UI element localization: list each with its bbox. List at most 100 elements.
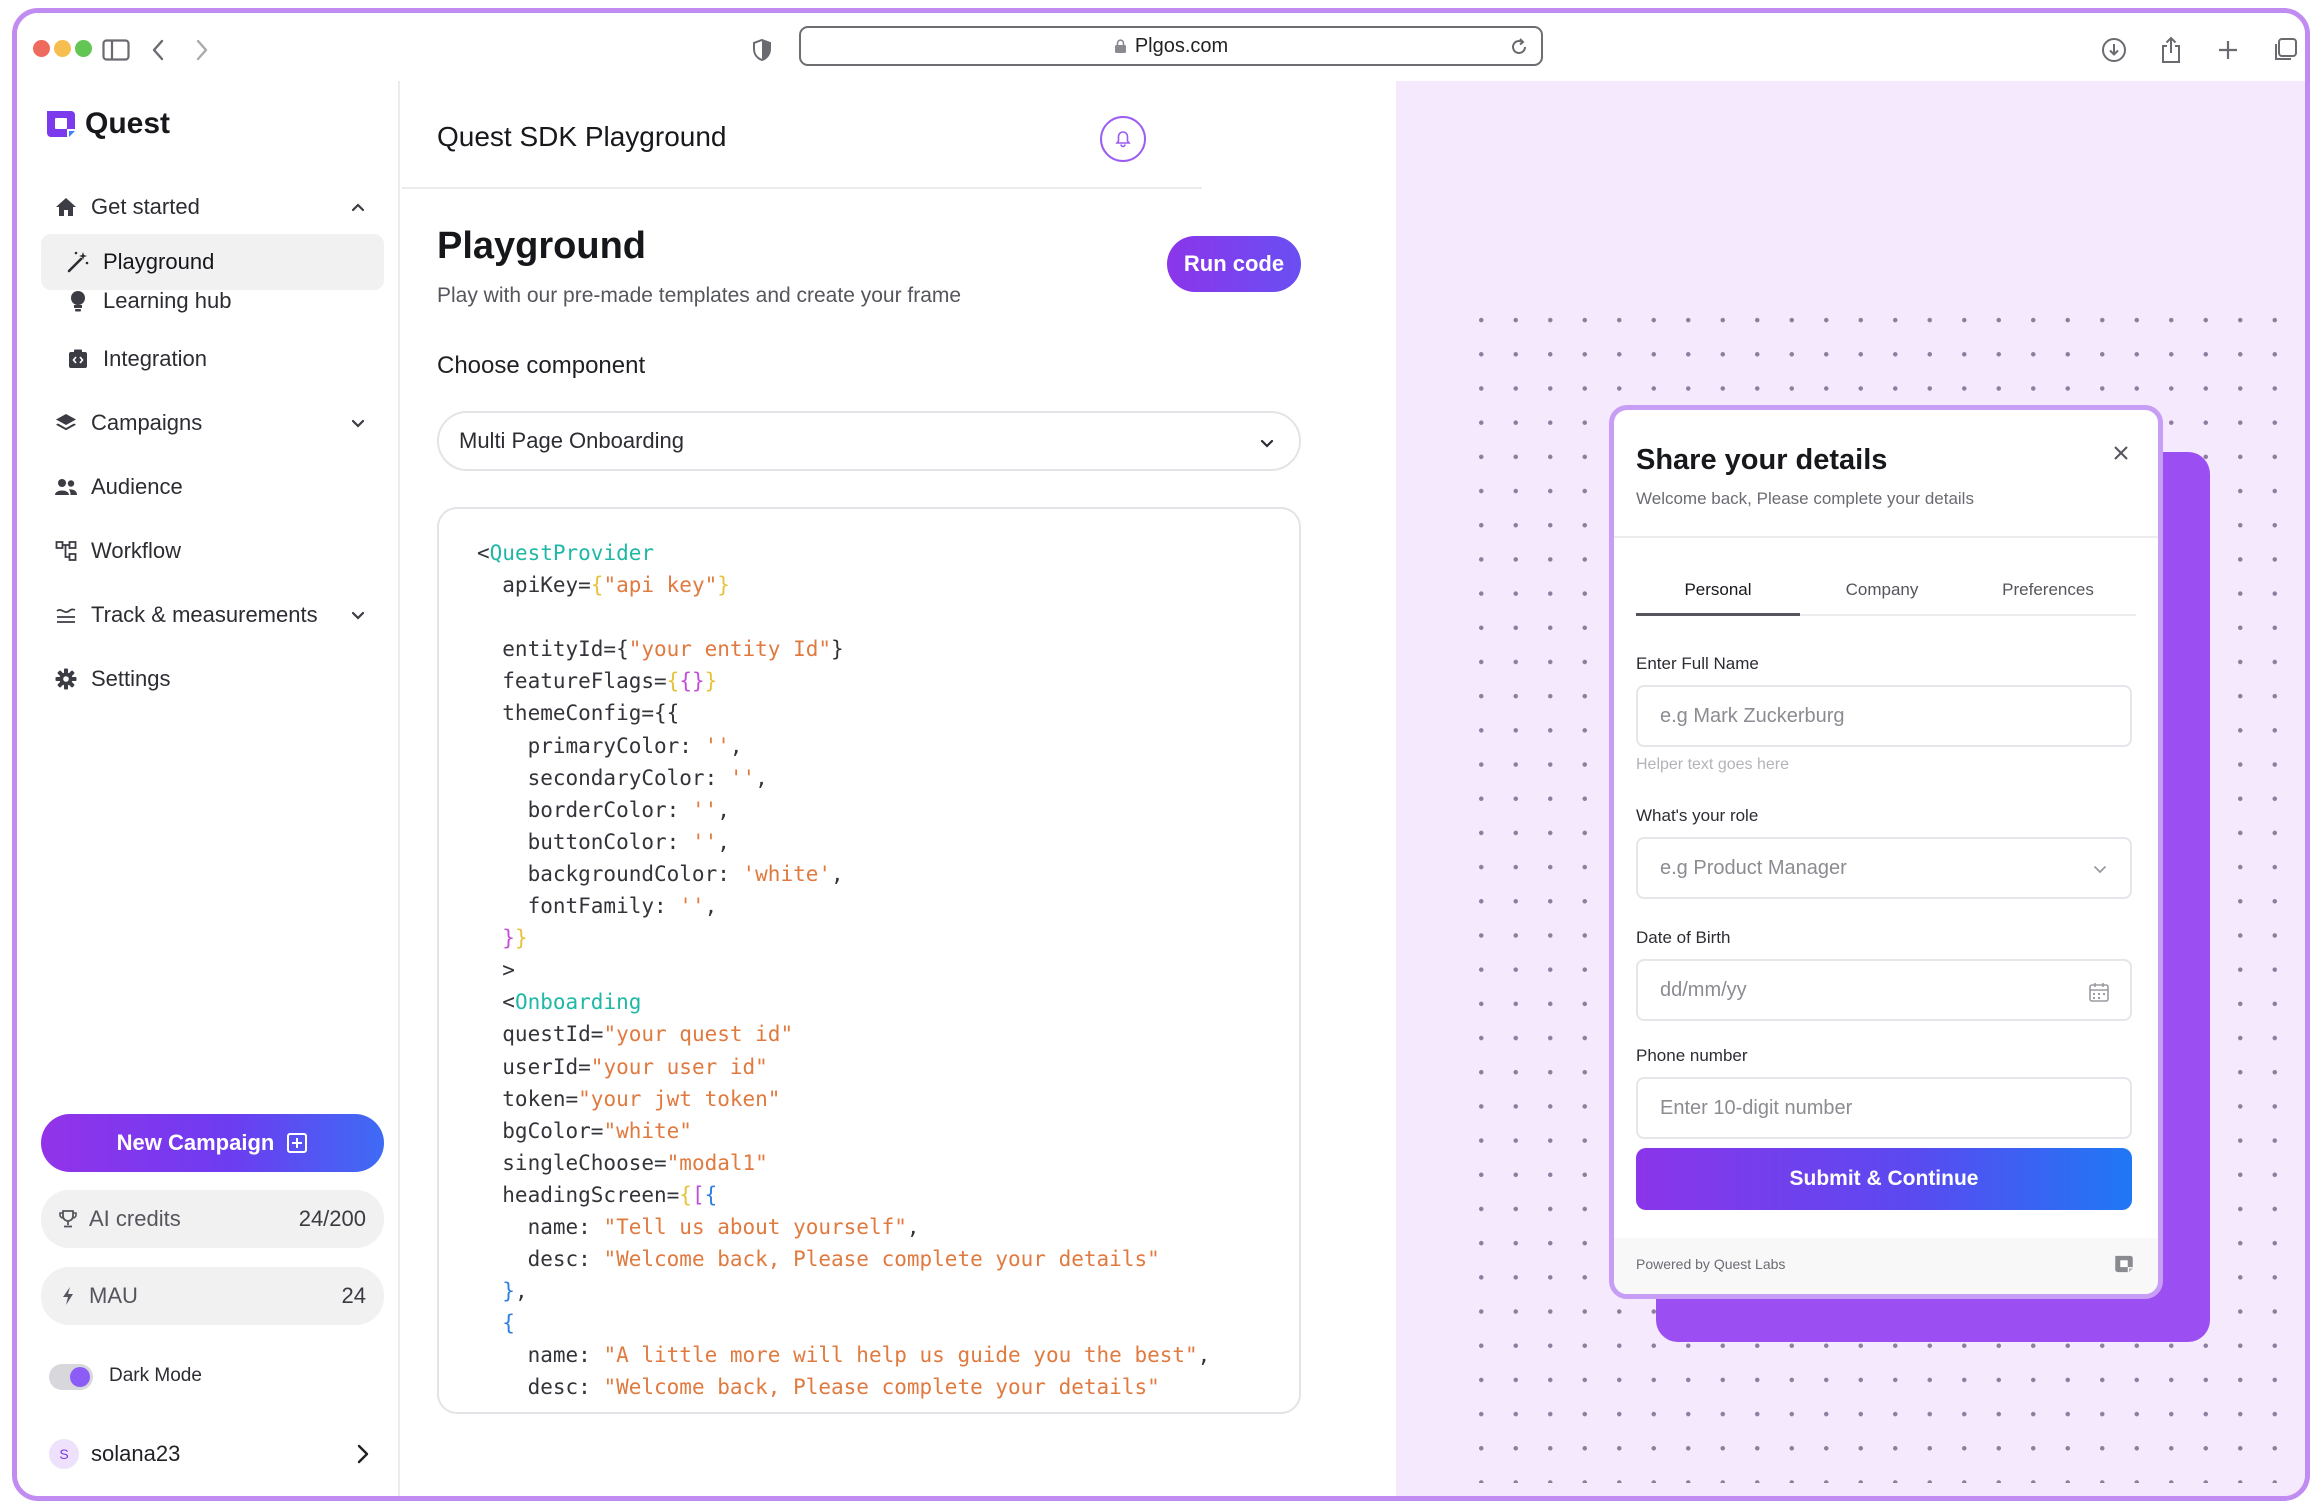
full-name-label: Enter Full Name [1636, 654, 1759, 673]
component-select-value: Multi Page Onboarding [459, 428, 685, 453]
user-name: solana23 [91, 1441, 181, 1466]
mau-value: 24 [341, 1283, 366, 1308]
new-campaign-label: New Campaign [116, 1130, 275, 1155]
workflow-icon [53, 538, 79, 564]
nav-label: Campaigns [91, 410, 203, 435]
address-bar[interactable]: Plgos.com [799, 26, 1543, 66]
url-text: Plgos.com [1134, 34, 1229, 57]
layers-icon [53, 410, 79, 436]
nav-track-measurements[interactable]: Track & measurements [41, 587, 384, 643]
run-code-button[interactable]: Run code [1167, 236, 1301, 292]
tab-personal[interactable]: Personal [1636, 580, 1800, 600]
chevron-down-icon [1260, 439, 1274, 448]
header-divider [402, 187, 1202, 189]
card-subtitle: Welcome back, Please complete your detai… [1636, 489, 1974, 508]
nav-get-started[interactable]: Get started [41, 179, 384, 235]
mau-pill: MAU 24 [41, 1267, 384, 1325]
chevron-down-icon [351, 611, 365, 620]
chevron-down-icon [2094, 866, 2106, 874]
powered-by-text: Powered by Quest Labs [1636, 1256, 1786, 1272]
card-divider [1614, 536, 2158, 538]
minimize-window-button[interactable] [54, 40, 71, 57]
user-profile[interactable]: S solana23 [37, 1429, 384, 1479]
chevron-up-icon [351, 203, 365, 212]
bell-icon [1115, 131, 1131, 148]
privacy-shield-icon[interactable] [747, 35, 777, 65]
choose-component-label: Choose component [437, 352, 646, 379]
download-icon[interactable] [2099, 35, 2129, 65]
app-window: Plgos.com Quest Get started Playground L… [12, 8, 2310, 1501]
code-editor[interactable]: <QuestProvider apiKey={"api key"} entity… [437, 507, 1301, 1414]
sidebar: Quest Get started Playground Learning hu… [17, 81, 400, 1496]
nav-label: Learning hub [103, 288, 232, 313]
playground-panel: Quest SDK Playground Playground Play wit… [402, 81, 1394, 1496]
dob-placeholder: dd/mm/yy [1660, 978, 1747, 1001]
card-title: Share your details [1636, 444, 1888, 476]
code-box-icon [65, 346, 91, 372]
lock-icon [1114, 38, 1126, 53]
nav-settings[interactable]: Settings [41, 651, 384, 707]
dob-input[interactable]: dd/mm/yy [1636, 959, 2132, 1021]
component-select[interactable]: Multi Page Onboarding [437, 411, 1301, 471]
new-campaign-button[interactable]: New Campaign [41, 1114, 384, 1172]
chevron-down-icon [351, 419, 365, 428]
back-icon[interactable] [143, 35, 173, 65]
submit-continue-button[interactable]: Submit & Continue [1636, 1148, 2132, 1210]
close-icon[interactable] [2108, 440, 2134, 466]
nav-integration[interactable]: Integration [41, 331, 384, 387]
nav-learning-hub[interactable]: Learning hub [41, 273, 384, 329]
phone-placeholder: Enter 10-digit number [1660, 1096, 1853, 1119]
nav-label: Get started [91, 194, 200, 219]
home-icon [53, 194, 79, 220]
new-tab-icon[interactable] [2213, 35, 2243, 65]
tab-company[interactable]: Company [1800, 580, 1964, 600]
maximize-window-button[interactable] [75, 40, 92, 57]
lightbulb-icon [65, 288, 91, 314]
role-select[interactable]: e.g Product Manager [1636, 837, 2132, 899]
quest-logo-icon [47, 111, 75, 137]
nav-label: Audience [91, 474, 183, 499]
dark-mode-toggle[interactable] [49, 1364, 93, 1390]
share-icon[interactable] [2156, 35, 2186, 65]
tab-preferences[interactable]: Preferences [1966, 580, 2130, 600]
dark-mode-label: Dark Mode [109, 1365, 202, 1386]
forward-icon[interactable] [187, 35, 217, 65]
card-footer: Powered by Quest Labs [1614, 1238, 2158, 1294]
magic-wand-icon [65, 249, 91, 275]
nav-audience[interactable]: Audience [41, 459, 384, 515]
full-name-placeholder: e.g Mark Zuckerburg [1660, 704, 1845, 727]
avatar: S [49, 1439, 79, 1469]
users-icon [53, 474, 79, 500]
add-square-icon [287, 1133, 308, 1153]
ai-credits-pill: AI credits 24/200 [41, 1190, 384, 1248]
helper-text: Helper text goes here [1636, 756, 1789, 773]
onboarding-card: Share your details Welcome back, Please … [1609, 405, 2163, 1299]
code-text: <QuestProvider apiKey={"api key"} entity… [477, 541, 1211, 1400]
preview-panel: Share your details Welcome back, Please … [1396, 81, 2305, 1496]
tab-overview-icon[interactable] [2270, 35, 2300, 65]
full-name-input[interactable]: e.g Mark Zuckerburg [1636, 685, 2132, 747]
close-window-button[interactable] [33, 40, 50, 57]
nav-label: Settings [91, 666, 171, 691]
quest-logo-icon [2115, 1255, 2133, 1273]
phone-input[interactable]: Enter 10-digit number [1636, 1077, 2132, 1139]
browser-toolbar: Plgos.com [17, 13, 2305, 81]
notification-button[interactable] [1100, 116, 1146, 162]
calendar-icon[interactable] [2088, 981, 2110, 1003]
role-label: What's your role [1636, 806, 1759, 825]
ai-credits-value: 24/200 [298, 1206, 366, 1231]
trophy-icon [57, 1208, 79, 1230]
chevron-right-icon [357, 1444, 369, 1464]
section-heading: Playground [437, 225, 647, 267]
brand-logo[interactable]: Quest [45, 107, 170, 141]
section-subtitle: Play with our pre-made templates and cre… [437, 284, 962, 307]
sidebar-toggle-icon[interactable] [101, 35, 131, 65]
reload-icon[interactable] [1509, 37, 1529, 57]
card-tabs: Personal Company Preferences [1636, 570, 2136, 616]
nav-workflow[interactable]: Workflow [41, 523, 384, 579]
active-tab-indicator [1636, 613, 1800, 616]
ai-credits-label: AI credits [89, 1206, 181, 1231]
nav-campaigns[interactable]: Campaigns [41, 395, 384, 451]
nav-label: Integration [103, 346, 207, 371]
lightning-icon [57, 1285, 79, 1307]
